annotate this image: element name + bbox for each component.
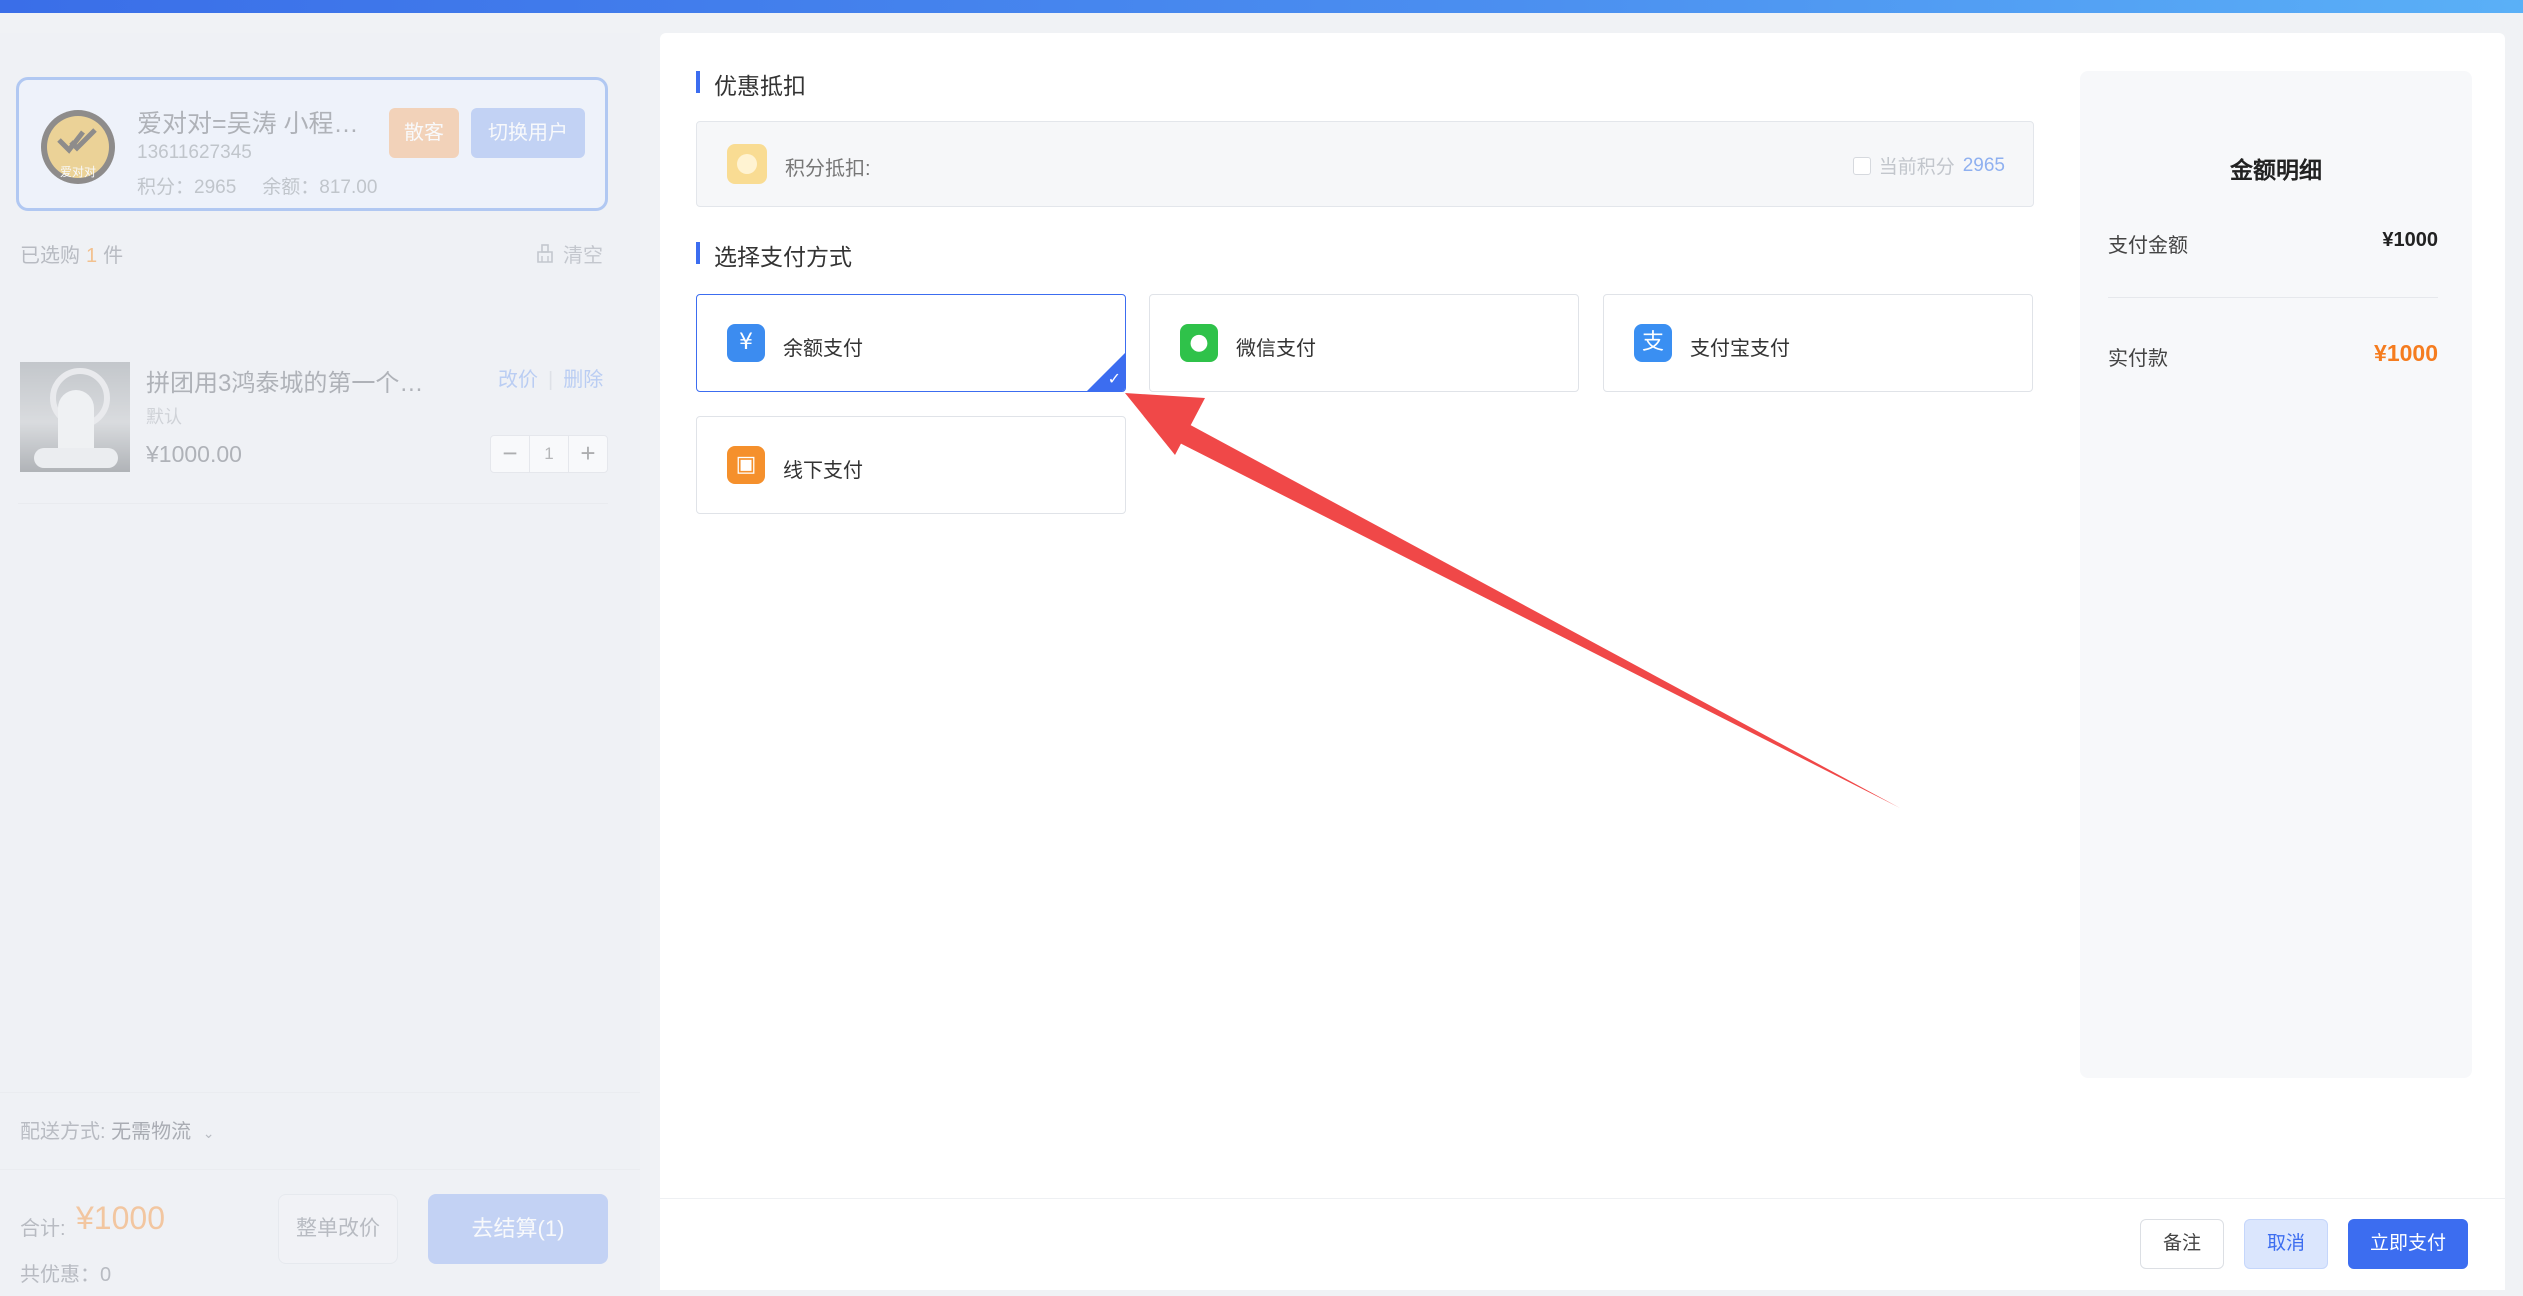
chevron-down-icon: ⌄: [202, 1125, 215, 1141]
pay-method-alipay[interactable]: 支 支付宝支付: [1603, 294, 2033, 392]
coin-icon: [727, 144, 767, 184]
wechat-icon: ●: [1180, 324, 1218, 362]
delivery-selector[interactable]: 配送方式: 无需物流 ⌄: [0, 1092, 640, 1170]
actual-pay-row: 实付款 ¥1000: [2108, 340, 2438, 371]
customer-points: 积分：2965: [137, 177, 237, 198]
payment-section-title: 选择支付方式: [696, 238, 852, 272]
total-label: 合计:: [20, 1218, 66, 1240]
summary-title: 金额明细: [2230, 157, 2322, 183]
quantity-stepper: − 1 +: [490, 435, 608, 473]
broom-icon: [537, 243, 553, 263]
reprice-order-button[interactable]: 整单改价: [278, 1194, 398, 1264]
total-value: ¥1000: [76, 1200, 165, 1236]
amount-summary: 金额明细 支付金额 ¥1000 实付款 ¥1000: [2080, 71, 2472, 1078]
pay-method-label: 余额支付: [783, 338, 863, 360]
pay-method-label: 线下支付: [783, 460, 863, 482]
discount-section-title: 优惠抵扣: [696, 67, 806, 101]
discount-total: 共优惠：0: [20, 1264, 112, 1286]
pay-now-button[interactable]: 立即支付: [2348, 1219, 2468, 1269]
pay-method-label: 微信支付: [1236, 338, 1316, 360]
edit-price-link[interactable]: 改价: [498, 369, 538, 391]
divider: [2108, 297, 2438, 298]
customer-card[interactable]: 爱对对 爱对对=吴涛 小程序用户 13611627345 积分：2965 余额：8…: [16, 77, 608, 211]
pay-method-offline[interactable]: ▣ 线下支付: [696, 416, 1126, 514]
pay-amount-value: ¥1000: [2382, 229, 2438, 251]
double-check-icon: [57, 128, 97, 154]
pay-method-wechat[interactable]: ● 微信支付: [1149, 294, 1579, 392]
pay-amount-label: 支付金额: [2108, 235, 2188, 257]
current-points-label: 当前积分: [1878, 157, 1955, 178]
delivery-value: 无需物流: [111, 1121, 192, 1143]
use-points-toggle[interactable]: 当前积分 2965: [1852, 152, 2005, 179]
clear-cart-button[interactable]: 清空: [535, 239, 603, 268]
cart-item: 拼团用3鸿泰城的第一个测试商品 默认 ¥1000.00 改价|删除 − 1 +: [18, 329, 608, 504]
product-spec: 默认: [146, 407, 182, 427]
switch-user-button[interactable]: 切换用户: [471, 108, 585, 158]
current-points-value: 2965: [1962, 154, 2005, 176]
pay-method-label: 支付宝支付: [1690, 338, 1790, 360]
increment-button[interactable]: +: [569, 436, 607, 472]
clear-label: 清空: [563, 245, 603, 267]
selected-count: 已选购 1 件: [20, 239, 123, 268]
payment-dialog: 优惠抵扣 积分抵扣: 当前积分 2965 选择支付方式 ¥ 余额支付 ✓ ● 微信…: [660, 33, 2505, 1286]
avatar: 爱对对: [41, 110, 115, 184]
guest-button[interactable]: 散客: [389, 108, 459, 158]
avatar-caption: 爱对对: [59, 165, 96, 179]
points-checkbox[interactable]: [1852, 156, 1871, 175]
selected-prefix: 已选购: [20, 245, 80, 267]
customer-phone: 13611627345: [137, 142, 252, 163]
item-actions: 改价 | 删除: [498, 369, 604, 391]
customer-balance: 余额：817.00: [262, 177, 378, 198]
checkout-button[interactable]: 去结算(1): [428, 1194, 608, 1264]
delete-item-link[interactable]: 删除: [563, 369, 603, 391]
selected-number: 1: [86, 245, 98, 267]
product-price: ¥1000.00: [146, 441, 242, 467]
top-accent-bar: [0, 0, 2523, 13]
money-bag-icon: ¥: [727, 324, 765, 362]
customer-meta: 积分：2965 余额：817.00: [137, 172, 377, 199]
product-title: 拼团用3鸿泰城的第一个测试商品: [146, 370, 436, 397]
cart-panel: 爱对对 爱对对=吴涛 小程序用户 13611627345 积分：2965 余额：8…: [0, 33, 640, 1296]
quantity-value[interactable]: 1: [529, 436, 569, 472]
selected-suffix: 件: [103, 245, 124, 267]
cancel-button[interactable]: 取消: [2244, 1219, 2328, 1269]
note-button[interactable]: 备注: [2140, 1219, 2224, 1269]
delivery-label: 配送方式:: [20, 1121, 106, 1143]
alipay-icon: 支: [1634, 324, 1672, 362]
customer-name: 爱对对=吴涛 小程序用户: [137, 110, 367, 138]
product-image: [20, 362, 130, 472]
points-label: 积分抵扣:: [785, 158, 871, 180]
actual-pay-label: 实付款: [2108, 348, 2168, 370]
dialog-footer: 备注 取消 立即支付: [660, 1198, 2505, 1290]
checkmark-icon: ✓: [1107, 369, 1121, 388]
wallet-icon: ▣: [727, 446, 765, 484]
pay-amount-row: 支付金额 ¥1000: [2108, 229, 2438, 258]
cart-footer: 合计: ¥1000 共优惠：0 整单改价 去结算(1): [0, 1170, 640, 1296]
actual-pay-value: ¥1000: [2374, 340, 2438, 366]
decrement-button[interactable]: −: [491, 436, 529, 472]
pay-method-balance[interactable]: ¥ 余额支付 ✓: [696, 294, 1126, 392]
points-deduction-row: 积分抵扣: 当前积分 2965: [696, 121, 2034, 207]
